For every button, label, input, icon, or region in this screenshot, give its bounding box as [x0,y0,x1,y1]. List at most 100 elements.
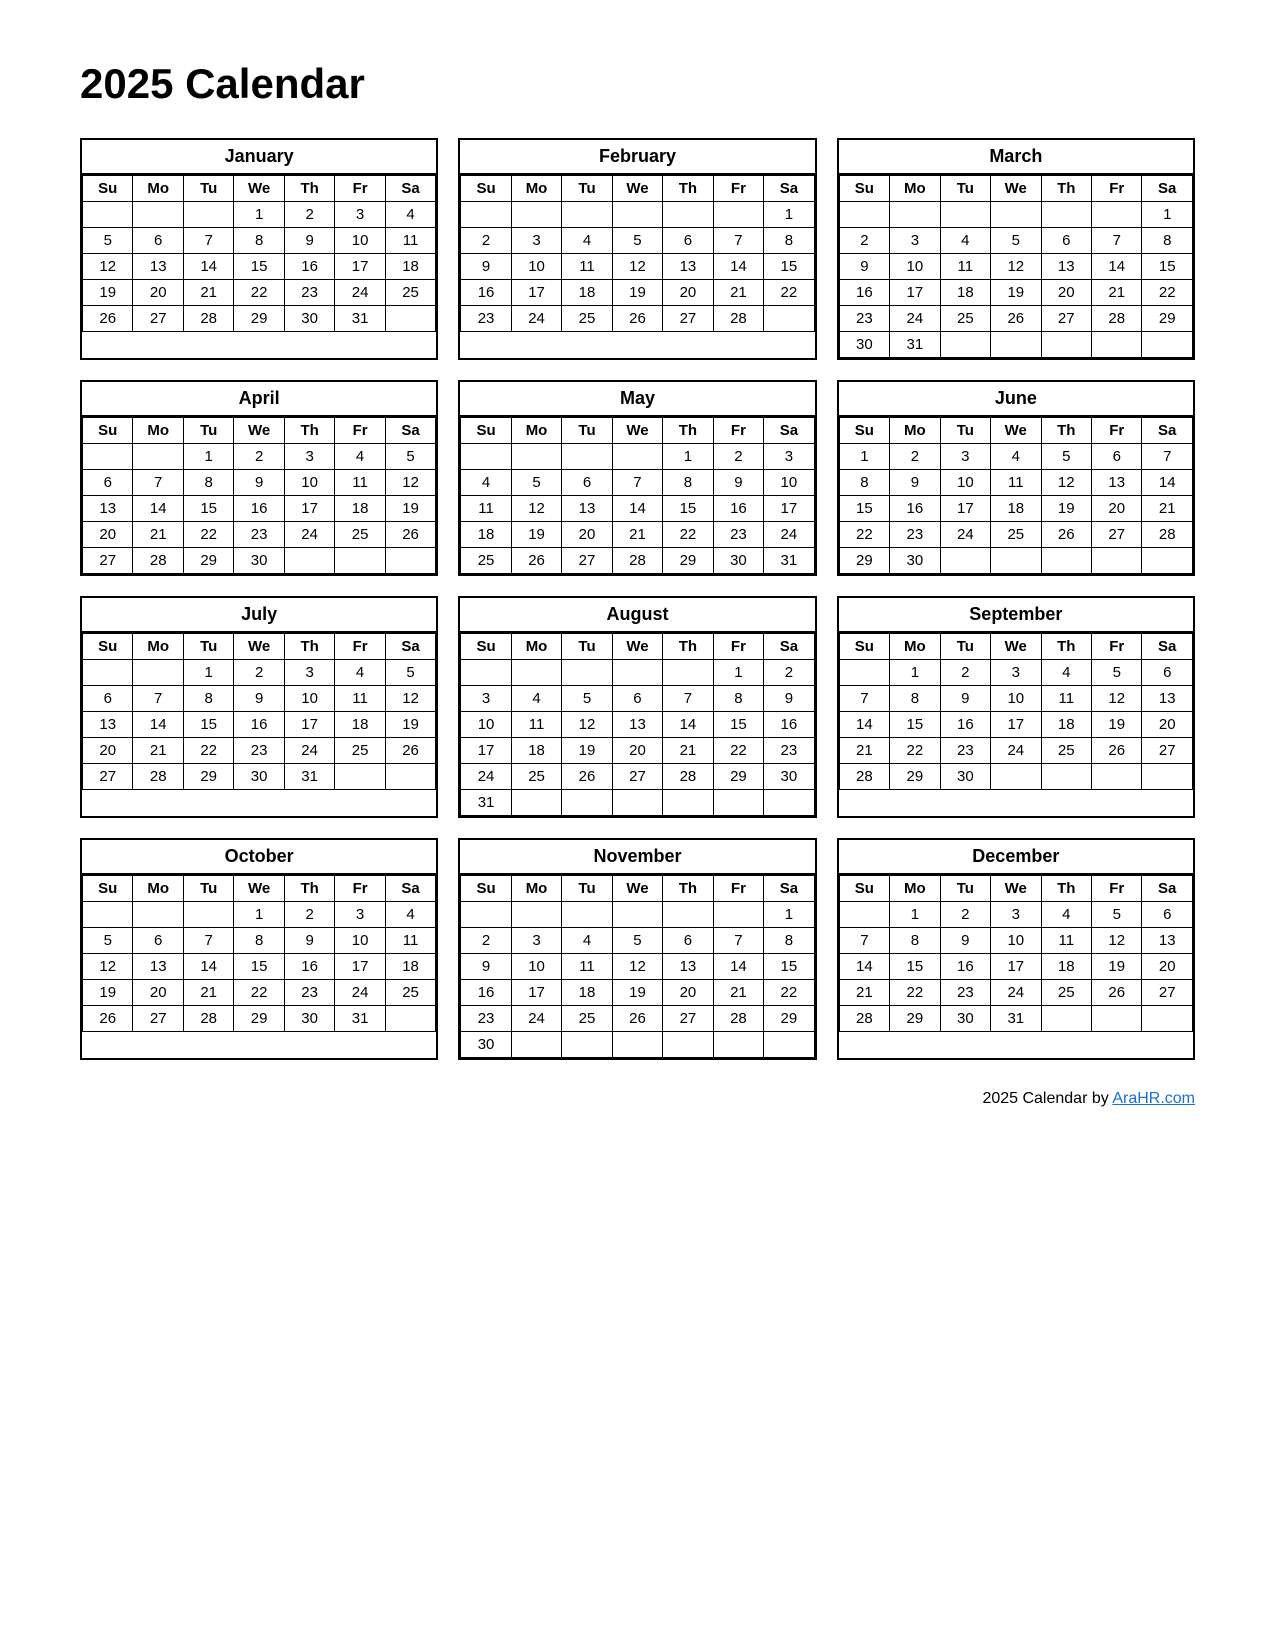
calendar-day: 9 [284,228,334,254]
day-header-th: Th [1041,418,1091,444]
day-header-su: Su [839,176,889,202]
calendar-day: 23 [284,980,334,1006]
calendar-day: 26 [1092,980,1142,1006]
calendar-day: 28 [133,548,183,574]
calendar-day: 11 [335,686,385,712]
calendar-row: 9101112131415 [461,954,814,980]
calendar-day: 18 [385,254,436,280]
calendar-day: 30 [713,548,763,574]
calendar-empty-cell [991,548,1041,574]
calendar-day: 2 [461,928,511,954]
calendar-empty-cell [890,202,940,228]
calendar-row: 13141516171819 [83,496,436,522]
calendar-day: 7 [1092,228,1142,254]
calendar-day: 7 [612,470,662,496]
calendar-day: 24 [461,764,511,790]
calendar-row: 78910111213 [839,686,1192,712]
day-header-sa: Sa [385,876,436,902]
calendar-day: 19 [83,280,133,306]
calendar-row: 22232425262728 [839,522,1192,548]
calendar-empty-cell [83,202,133,228]
calendar-day: 25 [385,280,436,306]
month-title-june: June [839,382,1193,417]
calendar-day: 21 [183,280,233,306]
day-header-tu: Tu [562,176,612,202]
calendar-day: 15 [890,712,940,738]
day-header-su: Su [83,876,133,902]
calendar-day: 8 [890,928,940,954]
calendar-day: 5 [1092,660,1142,686]
calendar-day: 16 [839,280,889,306]
calendar-day: 23 [890,522,940,548]
calendar-day: 17 [511,980,561,1006]
calendar-row: 19202122232425 [83,280,436,306]
day-header-we: We [612,876,662,902]
calendar-day: 10 [991,686,1041,712]
calendar-empty-cell [1041,548,1091,574]
footer-link[interactable]: AraHR.com [1112,1090,1195,1107]
month-title-january: January [82,140,436,175]
calendar-day: 15 [183,496,233,522]
calendar-day: 7 [183,228,233,254]
calendar-day: 18 [461,522,511,548]
calendar-day: 19 [83,980,133,1006]
calendar-day: 19 [1092,712,1142,738]
calendar-day: 7 [713,928,763,954]
calendar-day: 10 [284,470,334,496]
calendar-day: 23 [839,306,889,332]
calendar-day: 4 [562,928,612,954]
calendar-day: 11 [1041,928,1091,954]
calendar-day: 17 [940,496,990,522]
month-block-february: FebruarySuMoTuWeThFrSa123456789101112131… [458,138,816,360]
calendar-empty-cell [663,790,713,816]
day-header-th: Th [284,176,334,202]
calendar-day: 22 [663,522,713,548]
calendar-row: 27282930 [83,548,436,574]
calendar-day: 7 [1142,444,1193,470]
calendar-day: 27 [1041,306,1091,332]
calendar-day: 27 [133,1006,183,1032]
calendar-empty-cell [663,1032,713,1058]
calendar-empty-cell [511,790,561,816]
calendar-day: 4 [511,686,561,712]
calendar-day: 14 [713,254,763,280]
calendar-row: 18192021222324 [461,522,814,548]
calendar-day: 8 [183,470,233,496]
calendar-row: 2345678 [461,228,814,254]
calendar-day: 17 [991,954,1041,980]
month-title-august: August [460,598,814,633]
calendar-day: 17 [511,280,561,306]
calendar-day: 23 [940,738,990,764]
day-header-sa: Sa [764,634,815,660]
calendar-day: 19 [1041,496,1091,522]
calendar-empty-cell [713,790,763,816]
calendar-empty-cell [764,790,815,816]
day-header-th: Th [663,176,713,202]
month-block-august: AugustSuMoTuWeThFrSa12345678910111213141… [458,596,816,818]
day-header-fr: Fr [1092,634,1142,660]
day-header-tu: Tu [940,418,990,444]
day-header-we: We [612,176,662,202]
calendar-row: 25262728293031 [461,548,814,574]
calendar-empty-cell [133,660,183,686]
calendar-day: 11 [385,928,436,954]
calendar-day: 9 [284,928,334,954]
calendar-day: 16 [284,954,334,980]
calendar-day: 19 [612,280,662,306]
calendar-day: 29 [234,1006,284,1032]
calendar-day: 12 [511,496,561,522]
calendar-day: 24 [335,980,385,1006]
calendar-day: 5 [1041,444,1091,470]
calendar-row: 3031 [839,332,1192,358]
day-header-su: Su [83,418,133,444]
footer: 2025 Calendar by AraHR.com [80,1090,1195,1108]
calendar-row: 45678910 [461,470,814,496]
calendar-day: 22 [183,738,233,764]
month-block-april: AprilSuMoTuWeThFrSa123456789101112131415… [80,380,438,576]
calendar-row: 12345 [83,660,436,686]
calendar-day: 19 [511,522,561,548]
calendar-day: 9 [839,254,889,280]
calendar-day: 23 [461,306,511,332]
calendar-day: 9 [234,470,284,496]
calendar-row: 15161718192021 [839,496,1192,522]
